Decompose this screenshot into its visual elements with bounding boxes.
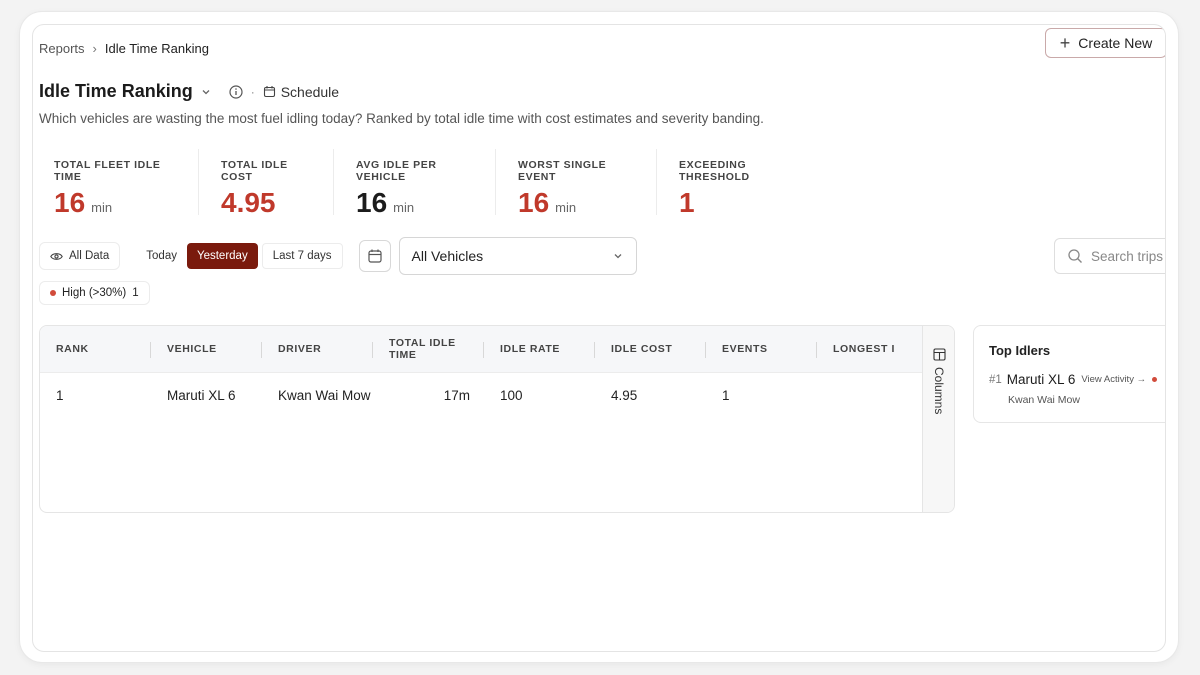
cell-vehicle: Maruti XL 6 xyxy=(167,387,236,403)
cell-driver: Kwan Wai Mow xyxy=(278,387,371,403)
cell-idle-rate: 100 xyxy=(500,387,523,403)
table-header: RANK VEHICLE DRIVER TOTAL IDLE TIME IDLE… xyxy=(40,326,922,373)
columns-icon xyxy=(932,348,946,361)
kpi-label: AVG IDLE PER VEHICLE xyxy=(356,159,437,183)
top-idlers-card: Top Idlers #1 Maruti XL 6 View Activity … xyxy=(973,325,1165,423)
chevron-right-icon: › xyxy=(92,41,97,56)
cell-rank: 1 xyxy=(56,387,64,403)
column-header-events[interactable]: EVENTS xyxy=(706,326,817,372)
kpi-worst-single-event: WORST SINGLE EVENT 16 min xyxy=(496,149,657,218)
column-header-rank[interactable]: RANK xyxy=(40,326,151,372)
eye-icon xyxy=(50,252,63,260)
schedule-label: Schedule xyxy=(280,83,340,100)
search-icon xyxy=(1068,249,1082,263)
top-idler-rank: #1 xyxy=(989,373,1002,386)
kpi-unit: min xyxy=(91,200,113,215)
title-row: Idle Time Ranking · Schedule xyxy=(39,81,339,102)
all-data-label: All Data xyxy=(69,250,110,262)
search-input[interactable]: Search trips xyxy=(1054,238,1165,274)
kpi-value: 16 xyxy=(356,187,388,218)
range-today[interactable]: Today xyxy=(136,243,187,269)
kpi-strip: TOTAL FLEET IDLE TIME 16 min TOTAL IDLE … xyxy=(39,149,827,218)
plus-icon: + xyxy=(1059,33,1071,53)
page-title: Idle Time Ranking xyxy=(39,81,193,101)
top-idler-vehicle: Maruti XL 6 xyxy=(1006,372,1076,387)
kpi-label: TOTAL FLEET IDLE TIME xyxy=(54,159,161,183)
search-placeholder: Search trips xyxy=(1091,248,1164,264)
create-new-label: Create New xyxy=(1078,35,1153,51)
severity-count: 1 xyxy=(132,287,139,299)
create-new-button[interactable]: + Create New xyxy=(1045,28,1165,58)
kpi-label: EXCEEDING THRESHOLD xyxy=(679,159,750,183)
kpi-exceeding-threshold: EXCEEDING THRESHOLD 1 xyxy=(657,149,827,218)
schedule-button[interactable]: Schedule xyxy=(263,84,339,100)
kpi-label: WORST SINGLE EVENT xyxy=(518,159,607,183)
all-data-button[interactable]: All Data xyxy=(39,242,121,270)
columns-toggle-panel[interactable]: Columns xyxy=(922,326,954,512)
date-picker-button[interactable] xyxy=(358,240,391,272)
list-item: #1 Maruti XL 6 View Activity → xyxy=(989,372,1158,387)
column-header-vehicle[interactable]: VEHICLE xyxy=(151,326,262,372)
vehicle-select-value: All Vehicles xyxy=(411,248,484,264)
cell-longest xyxy=(817,373,922,417)
column-header-idle-rate[interactable]: IDLE RATE xyxy=(484,326,595,372)
separator-dot: · xyxy=(250,84,255,99)
kpi-total-fleet-idle-time: TOTAL FLEET IDLE TIME 16 min xyxy=(39,149,199,218)
column-header-longest[interactable]: LONGEST I xyxy=(817,326,922,372)
report-page: Reports › Idle Time Ranking + Create New… xyxy=(32,24,1166,652)
kpi-unit: min xyxy=(393,200,415,215)
kpi-avg-idle-per-vehicle: AVG IDLE PER VEHICLE 16 min xyxy=(334,149,496,218)
columns-label: Columns xyxy=(932,367,946,415)
range-last-7-days[interactable]: Last 7 days xyxy=(261,243,343,269)
date-range-toggle: Today Yesterday Last 7 days xyxy=(136,243,343,269)
top-idler-driver: Kwan Wai Mow xyxy=(1008,394,1080,406)
page-description: Which vehicles are wasting the most fuel… xyxy=(39,111,764,126)
column-header-idle-cost[interactable]: IDLE COST xyxy=(595,326,706,372)
chevron-down-icon xyxy=(614,254,621,259)
calendar-clock-icon xyxy=(263,86,275,98)
breadcrumb: Reports › Idle Time Ranking xyxy=(39,41,209,56)
severity-dot-icon xyxy=(1152,377,1158,382)
breadcrumb-reports[interactable]: Reports xyxy=(39,41,85,56)
severity-label: High (>30%) xyxy=(62,287,127,299)
idle-ranking-table: RANK VEHICLE DRIVER TOTAL IDLE TIME IDLE… xyxy=(39,325,955,513)
kpi-value: 1 xyxy=(679,187,695,218)
severity-dot-icon xyxy=(50,290,56,296)
column-header-driver[interactable]: DRIVER xyxy=(262,326,373,372)
kpi-value: 16 xyxy=(518,187,550,218)
kpi-unit: min xyxy=(555,200,577,215)
cell-total-idle-time: 17m xyxy=(443,387,470,403)
filter-bar: All Data Today Yesterday Last 7 days All… xyxy=(39,237,637,275)
kpi-total-idle-cost: TOTAL IDLE COST 4.95 xyxy=(199,149,334,218)
top-idlers-title: Top Idlers xyxy=(989,343,1051,358)
vehicle-select[interactable]: All Vehicles xyxy=(398,237,637,275)
kpi-value: 16 xyxy=(54,187,86,218)
cell-idle-cost: 4.95 xyxy=(611,387,638,403)
calendar-icon xyxy=(367,249,382,263)
view-activity-link[interactable]: View Activity → xyxy=(1081,374,1146,385)
breadcrumb-current: Idle Time Ranking xyxy=(104,41,209,56)
column-header-total-idle-time[interactable]: TOTAL IDLE TIME xyxy=(373,326,484,372)
info-icon[interactable] xyxy=(229,84,243,99)
severity-chip-high[interactable]: High (>30%) 1 xyxy=(39,281,150,305)
kpi-value: 4.95 xyxy=(221,187,276,218)
range-yesterday[interactable]: Yesterday xyxy=(186,243,258,269)
table-row[interactable]: 1 Maruti XL 6 Kwan Wai Mow 17m 100 4.95 … xyxy=(40,373,922,417)
cell-events: 1 xyxy=(722,387,730,403)
kpi-label: TOTAL IDLE COST xyxy=(221,159,288,183)
chevron-down-icon[interactable] xyxy=(201,87,211,97)
